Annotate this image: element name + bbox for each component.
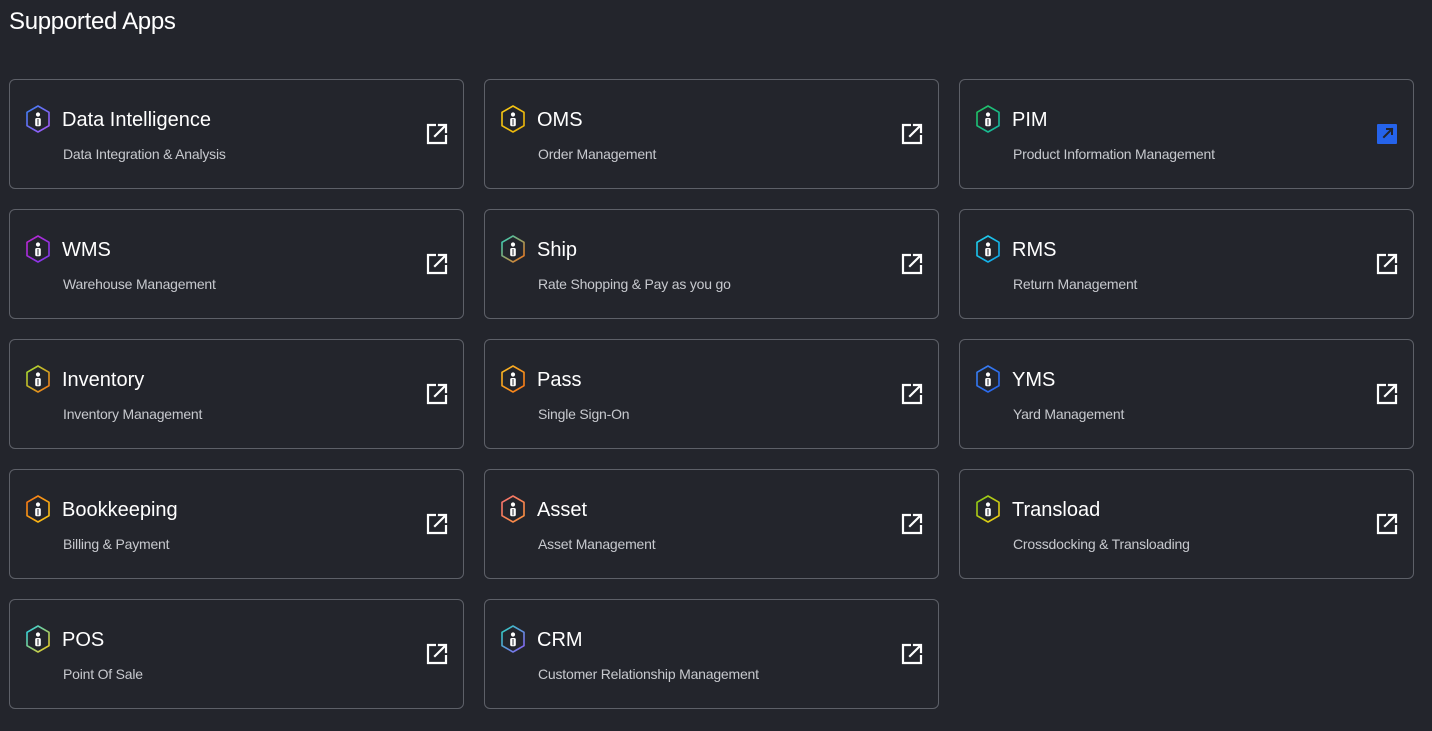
app-description: Point Of Sale [63, 666, 143, 682]
hexagon-logo-icon [974, 234, 1002, 264]
hexagon-logo-icon [24, 364, 52, 394]
app-name: Transload [1012, 499, 1101, 521]
app-card-bookkeeping[interactable]: Bookkeeping Billing & Payment [9, 469, 464, 579]
apps-grid: Data Intelligence Data Integration & Ana… [9, 79, 1414, 709]
app-name: Data Intelligence [62, 109, 211, 131]
app-description: Warehouse Management [63, 276, 216, 292]
app-card-pim[interactable]: PIM Product Information Management [959, 79, 1414, 189]
hexagon-logo-icon [499, 364, 527, 394]
app-description: Rate Shopping & Pay as you go [538, 276, 731, 292]
app-description: Inventory Management [63, 406, 203, 422]
app-card-yms[interactable]: YMS Yard Management [959, 339, 1414, 449]
hexagon-logo-icon [24, 494, 52, 524]
app-card-transload[interactable]: Transload Crossdocking & Transloading [959, 469, 1414, 579]
supported-apps-page: Supported Apps Data Intelligence Data In… [0, 0, 1432, 731]
app-name: Inventory [62, 369, 145, 391]
external-link-icon[interactable] [425, 512, 449, 536]
external-link-icon[interactable] [425, 382, 449, 406]
app-description: Order Management [538, 146, 657, 162]
app-card-crm[interactable]: CRM Customer Relationship Management [484, 599, 939, 709]
app-description: Data Integration & Analysis [63, 146, 226, 162]
app-card-pass[interactable]: Pass Single Sign-On [484, 339, 939, 449]
external-link-icon[interactable] [900, 382, 924, 406]
external-link-icon[interactable] [900, 252, 924, 276]
app-card-asset[interactable]: Asset Asset Management [484, 469, 939, 579]
app-description: Return Management [1013, 276, 1138, 292]
app-description: Billing & Payment [63, 536, 170, 552]
external-link-icon[interactable] [425, 642, 449, 666]
hexagon-logo-icon [499, 234, 527, 264]
app-name: Pass [537, 369, 582, 391]
hexagon-logo-icon [499, 624, 527, 654]
app-description: Single Sign-On [538, 406, 630, 422]
hexagon-logo-icon [974, 494, 1002, 524]
app-card-ship[interactable]: Ship Rate Shopping & Pay as you go [484, 209, 939, 319]
hexagon-logo-icon [24, 104, 52, 134]
app-description: Asset Management [538, 536, 656, 552]
app-card-pos[interactable]: POS Point Of Sale [9, 599, 464, 709]
app-name: POS [62, 629, 105, 651]
external-link-icon[interactable] [425, 252, 449, 276]
app-name: Ship [537, 239, 578, 261]
app-description: Crossdocking & Transloading [1013, 536, 1190, 552]
app-card-oms[interactable]: OMS Order Management [484, 79, 939, 189]
app-description: Customer Relationship Management [538, 666, 759, 682]
external-link-icon[interactable] [1375, 252, 1399, 276]
hexagon-logo-icon [499, 494, 527, 524]
app-name: WMS [62, 239, 111, 261]
app-name: CRM [537, 629, 583, 651]
hexagon-logo-icon [499, 104, 527, 134]
page-title: Supported Apps [9, 8, 176, 35]
app-name: Bookkeeping [62, 499, 178, 521]
external-link-icon[interactable] [425, 122, 449, 146]
app-description: Product Information Management [1013, 146, 1215, 162]
app-name: Asset [537, 499, 588, 521]
external-link-icon[interactable] [900, 512, 924, 536]
external-link-icon[interactable] [900, 122, 924, 146]
app-name: OMS [537, 109, 583, 131]
app-card-wms[interactable]: WMS Warehouse Management [9, 209, 464, 319]
hexagon-logo-icon [24, 624, 52, 654]
app-card-rms[interactable]: RMS Return Management [959, 209, 1414, 319]
app-description: Yard Management [1013, 406, 1125, 422]
external-link-icon[interactable] [900, 642, 924, 666]
hexagon-logo-icon [24, 234, 52, 264]
external-link-icon[interactable] [1375, 382, 1399, 406]
app-name: PIM [1012, 109, 1048, 131]
hexagon-logo-icon [974, 104, 1002, 134]
external-link-icon[interactable] [1375, 122, 1399, 146]
app-name: YMS [1012, 369, 1056, 391]
app-name: RMS [1012, 239, 1057, 261]
app-card-inventory[interactable]: Inventory Inventory Management [9, 339, 464, 449]
app-card-data-intelligence[interactable]: Data Intelligence Data Integration & Ana… [9, 79, 464, 189]
external-link-icon[interactable] [1375, 512, 1399, 536]
hexagon-logo-icon [974, 364, 1002, 394]
